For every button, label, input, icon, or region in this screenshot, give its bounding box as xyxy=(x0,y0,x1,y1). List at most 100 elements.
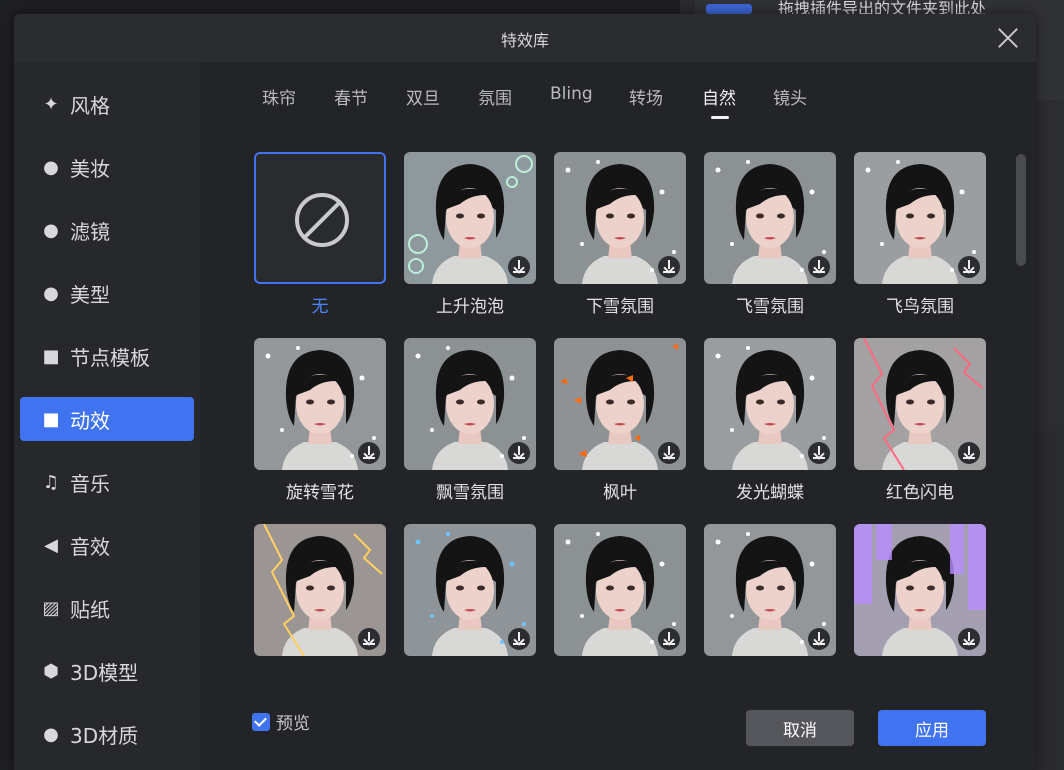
dialog-title: 特效库 xyxy=(500,31,549,50)
download-icon-base xyxy=(963,271,975,273)
sidebar-item-10[interactable]: ● 3D材质 xyxy=(20,712,194,756)
sidebar-item-label: 节点模板 xyxy=(70,345,150,370)
sidebar-item-1[interactable]: ● 美妆 xyxy=(20,145,194,189)
sidebar-item-0[interactable]: ✦ 风格 xyxy=(20,82,194,126)
preview-label: 预览 xyxy=(276,714,310,734)
download-icon[interactable] xyxy=(508,256,530,278)
effect-thumbnail xyxy=(254,524,386,656)
download-icon-base xyxy=(363,457,375,459)
prohibited-icon xyxy=(295,193,349,247)
sidebar-item-label: 风格 xyxy=(70,93,110,118)
download-icon-base xyxy=(663,643,675,645)
sidebar-item-label: 音效 xyxy=(70,534,110,559)
sparkle-icon: ✦ xyxy=(43,93,59,115)
face-shape-icon: ● xyxy=(43,282,59,304)
download-icon[interactable] xyxy=(508,628,530,650)
folder-icon xyxy=(706,4,752,14)
download-icon-base xyxy=(663,457,675,459)
sidebar-item-label: 美妆 xyxy=(70,156,110,181)
sidebar-item-7[interactable]: ◀ 音效 xyxy=(20,523,194,567)
sidebar-item-6[interactable]: ♫ 音乐 xyxy=(20,460,194,504)
download-icon-base xyxy=(663,271,675,273)
effect-card[interactable]: 蓝色雪花 xyxy=(404,524,536,658)
effect-label: 下雪氛围 xyxy=(586,297,654,317)
tab-6[interactable]: 自然 xyxy=(702,84,736,109)
download-icon[interactable] xyxy=(658,628,680,650)
sidebar-item-label: 3D模型 xyxy=(70,660,139,685)
apply-button[interactable]: 应用 xyxy=(878,710,986,746)
effect-thumbnail xyxy=(704,524,836,656)
download-icon[interactable] xyxy=(958,442,980,464)
sidebar-item-label: 美型 xyxy=(70,282,110,307)
effect-thumbnail xyxy=(404,524,536,656)
tab-7[interactable]: 镜头 xyxy=(773,84,807,109)
close-icon[interactable] xyxy=(992,22,1024,54)
effect-card[interactable]: 大雪花 xyxy=(704,524,836,658)
cube-icon: ⬢ xyxy=(43,660,59,682)
effect-label: 红色闪电 xyxy=(886,483,954,503)
effect-card[interactable]: 上升泡泡 xyxy=(404,152,536,317)
download-icon-base xyxy=(513,643,525,645)
effect-label: 旋转雪花 xyxy=(286,483,354,503)
dialog-footer: 预览 取消 应用 xyxy=(200,694,1036,770)
sticker-icon: ▨ xyxy=(42,597,60,619)
tab-2[interactable]: 双旦 xyxy=(406,84,440,109)
effect-card[interactable]: 飘雪氛围 xyxy=(404,338,536,503)
tab-3[interactable]: 氛围 xyxy=(478,84,512,109)
sidebar-item-label: 3D材质 xyxy=(70,723,139,748)
tab-0[interactable]: 珠帘 xyxy=(262,84,296,109)
filter-icon: ● xyxy=(43,219,59,241)
effect-label: 上升泡泡 xyxy=(436,297,504,317)
download-icon-base xyxy=(963,457,975,459)
effect-thumbnail xyxy=(254,338,386,470)
effect-thumbnail xyxy=(554,524,686,656)
download-icon[interactable] xyxy=(958,256,980,278)
download-icon[interactable] xyxy=(658,256,680,278)
tab-1[interactable]: 春节 xyxy=(334,84,368,109)
effect-thumbnail xyxy=(404,338,536,470)
preview-checkbox[interactable] xyxy=(252,713,270,731)
effect-card[interactable]: 薰花幽林 xyxy=(854,524,986,658)
dialog-titlebar: 特效库 xyxy=(14,14,1036,62)
sidebar-item-2[interactable]: ● 滤镜 xyxy=(20,208,194,252)
effect-card[interactable]: 飞雪氛围 xyxy=(704,152,836,317)
effect-card[interactable]: 发光蝴蝶 xyxy=(704,338,836,503)
cancel-button[interactable]: 取消 xyxy=(746,710,854,746)
effect-card[interactable]: 闪电 xyxy=(254,524,386,658)
effect-card[interactable]: 无 xyxy=(254,152,386,317)
download-icon[interactable] xyxy=(508,442,530,464)
download-icon[interactable] xyxy=(358,442,380,464)
effect-card[interactable]: 下雪氛围 xyxy=(554,152,686,317)
tab-4[interactable]: Bling xyxy=(550,84,593,104)
effect-label: 飞鸟氛围 xyxy=(886,297,954,317)
download-icon-base xyxy=(363,643,375,645)
sidebar-item-label: 滤镜 xyxy=(70,219,110,244)
download-icon-base xyxy=(513,271,525,273)
download-icon[interactable] xyxy=(358,628,380,650)
effect-card[interactable]: 旋转雪花 xyxy=(254,338,386,503)
effect-card[interactable]: 枫叶 xyxy=(554,338,686,503)
download-icon[interactable] xyxy=(808,442,830,464)
download-icon[interactable] xyxy=(808,628,830,650)
download-icon[interactable] xyxy=(658,442,680,464)
sidebar-item-5[interactable]: ■ 动效 xyxy=(20,397,194,441)
effect-card[interactable]: 小雪花 xyxy=(554,524,686,658)
effect-grid: 无 上升泡泡 下雪氛围 飞雪氛围 飞鸟氛围旋转雪花 飘雪氛围 枫叶 发光蝴蝶 红色闪电闪电蓝色雪… xyxy=(238,138,998,658)
effect-thumbnail xyxy=(554,152,686,284)
sidebar-item-label: 动效 xyxy=(70,408,110,433)
grid-scrollbar[interactable] xyxy=(1016,154,1026,266)
effect-thumbnail xyxy=(704,338,836,470)
effect-thumbnail xyxy=(854,338,986,470)
effect-card[interactable]: 红色闪电 xyxy=(854,338,986,503)
sphere-icon: ● xyxy=(43,723,59,745)
sound-effect-icon: ◀ xyxy=(44,534,58,556)
sidebar-item-4[interactable]: ■ 节点模板 xyxy=(20,334,194,378)
sidebar-item-9[interactable]: ⬢ 3D模型 xyxy=(20,649,194,693)
download-icon[interactable] xyxy=(958,628,980,650)
sidebar-item-3[interactable]: ● 美型 xyxy=(20,271,194,315)
effect-card[interactable]: 飞鸟氛围 xyxy=(854,152,986,317)
effect-thumbnail xyxy=(554,338,686,470)
sidebar-item-8[interactable]: ▨ 贴纸 xyxy=(20,586,194,630)
tab-5[interactable]: 转场 xyxy=(629,84,663,109)
download-icon[interactable] xyxy=(808,256,830,278)
